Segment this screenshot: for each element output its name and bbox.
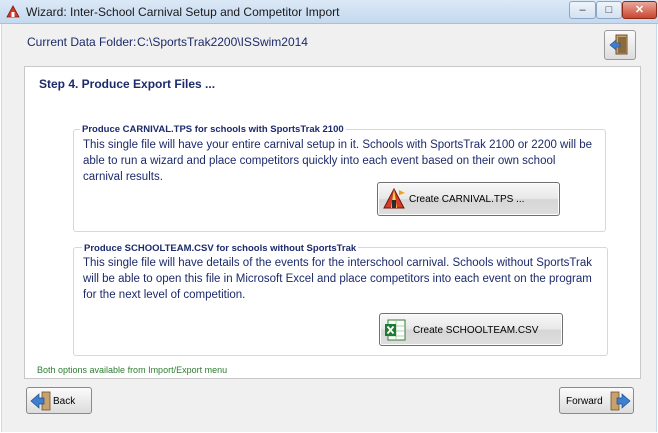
title-bar: Wizard: Inter-School Carnival Setup and …: [0, 0, 658, 24]
window-title: Wizard: Inter-School Carnival Setup and …: [26, 5, 340, 19]
app-icon: [6, 5, 20, 18]
carnival-tent-icon: [383, 187, 405, 209]
carnival-description: This single file will have your entire c…: [83, 139, 593, 183]
forward-button[interactable]: Forward: [559, 387, 634, 414]
forward-label: Forward: [566, 396, 603, 407]
schoolteam-description: This single file will have details of th…: [83, 257, 593, 301]
back-button[interactable]: Back: [26, 387, 92, 414]
forward-arrow-icon: [610, 391, 631, 411]
create-schoolteam-csv-label: Create SCHOOLTEAM.CSV: [413, 325, 539, 336]
create-schoolteam-csv-button[interactable]: Create SCHOOLTEAM.CSV: [379, 313, 563, 346]
minimize-button[interactable]: –: [569, 1, 596, 19]
close-button[interactable]: ✕: [622, 1, 657, 19]
current-data-folder-value: C:\SportsTrak2200\ISSwim2014: [137, 35, 308, 49]
footnote: Both options available from Import/Expor…: [37, 365, 228, 375]
current-data-folder-label: Current Data Folder:: [27, 35, 137, 49]
excel-icon: [385, 319, 406, 341]
back-label: Back: [53, 396, 76, 407]
maximize-button[interactable]: □: [596, 1, 622, 19]
exit-door-icon: [609, 34, 628, 55]
create-carnival-tps-label: Create CARNIVAL.TPS ...: [409, 194, 525, 205]
create-carnival-tps-button[interactable]: Create CARNIVAL.TPS ...: [377, 182, 560, 216]
exit-button[interactable]: [604, 30, 636, 60]
schoolteam-group-legend: Produce SCHOOLTEAM.CSV for schools witho…: [82, 243, 359, 254]
carnival-group-legend: Produce CARNIVAL.TPS for schools with Sp…: [80, 124, 346, 135]
back-arrow-icon: [30, 391, 51, 411]
step-title: Step 4. Produce Export Files ...: [39, 77, 216, 91]
